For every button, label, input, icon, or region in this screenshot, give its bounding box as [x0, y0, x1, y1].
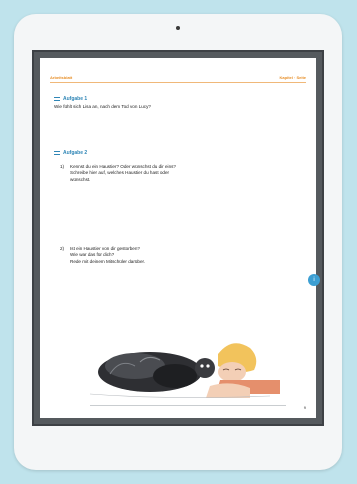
item-line: Rede mit deinem Mitschüler darüber. — [70, 258, 146, 264]
task2-heading: Aufgabe 2 — [54, 150, 87, 156]
list-icon — [54, 97, 60, 101]
tablet-device: Arbeitsblatt Kapitel · Seite Aufgabe 1 W… — [14, 14, 342, 470]
task2-item-1: 1) Kennst du ein Haustier? Oder wünschst… — [60, 164, 280, 183]
footer-divider — [90, 405, 286, 406]
info-icon[interactable]: i — [308, 274, 320, 286]
task2-heading-label: Aufgabe 2 — [63, 150, 88, 156]
girl-illustration — [206, 343, 280, 398]
item-number: 1) — [60, 164, 65, 169]
worksheet-page[interactable]: Arbeitsblatt Kapitel · Seite Aufgabe 1 W… — [40, 58, 320, 418]
item-line: wünschst. — [70, 176, 91, 182]
task1-heading-label: Aufgabe 1 — [63, 96, 88, 102]
page-header: Arbeitsblatt Kapitel · Seite — [50, 72, 306, 82]
camera-dot — [176, 26, 180, 30]
screen-frame: Arbeitsblatt Kapitel · Seite Aufgabe 1 W… — [32, 50, 324, 426]
list-icon — [54, 151, 60, 155]
task1-heading: Aufgabe 1 — [54, 96, 87, 102]
header-right-text: Kapitel · Seite — [279, 74, 306, 80]
illustration-girl-with-cat — [89, 343, 280, 398]
side-button-label: i — [313, 277, 315, 283]
task1-text: Wie fühlt sich Lisa an, nach dem Tod von… — [54, 104, 151, 109]
task2-item-2: 2) Ist ein Haustier von dir gestorben? W… — [60, 246, 280, 265]
header-left-text: Arbeitsblatt — [50, 74, 73, 80]
page-number: 9 — [303, 405, 306, 410]
item-number: 2) — [60, 246, 65, 251]
header-divider — [50, 82, 306, 83]
cat-illustration — [98, 352, 215, 392]
